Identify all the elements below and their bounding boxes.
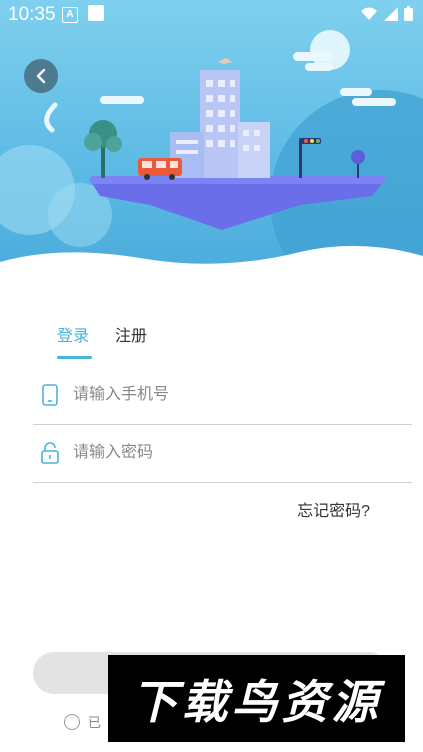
agree-label: 已 — [88, 715, 102, 730]
phone-field — [33, 366, 412, 425]
watermark-text: 下载鸟资源 — [131, 674, 382, 729]
status-indicators — [360, 6, 413, 21]
status-time: 10:35 — [8, 4, 56, 25]
phone-input[interactable] — [71, 385, 395, 405]
city-island-illustration — [0, 30, 423, 290]
wifi-icon — [361, 7, 377, 20]
signal-icon — [384, 6, 398, 21]
status-square-icon — [88, 5, 104, 21]
status-bar: 10:35 A — [0, 0, 423, 30]
agree-radio[interactable] — [64, 713, 80, 730]
tab-register[interactable]: 注册 — [115, 322, 147, 356]
active-tab-indicator — [57, 356, 92, 359]
header-illustration: 10:35 A — [0, 0, 423, 290]
tab-login[interactable]: 登录 — [57, 322, 89, 356]
password-field — [33, 424, 412, 483]
auth-tabs: 登录 注册 — [57, 322, 147, 356]
back-button[interactable] — [24, 59, 58, 93]
battery-icon — [404, 6, 413, 21]
agreement-row: 已 — [64, 712, 101, 731]
phone-icon — [37, 382, 63, 408]
status-a-icon: A — [62, 7, 78, 23]
lock-icon — [37, 440, 63, 466]
password-input[interactable] — [71, 443, 395, 463]
forgot-password-link[interactable]: 忘记密码? — [297, 497, 370, 521]
watermark-banner: 下载鸟资源 — [108, 655, 405, 742]
chevron-left-icon — [36, 68, 46, 84]
